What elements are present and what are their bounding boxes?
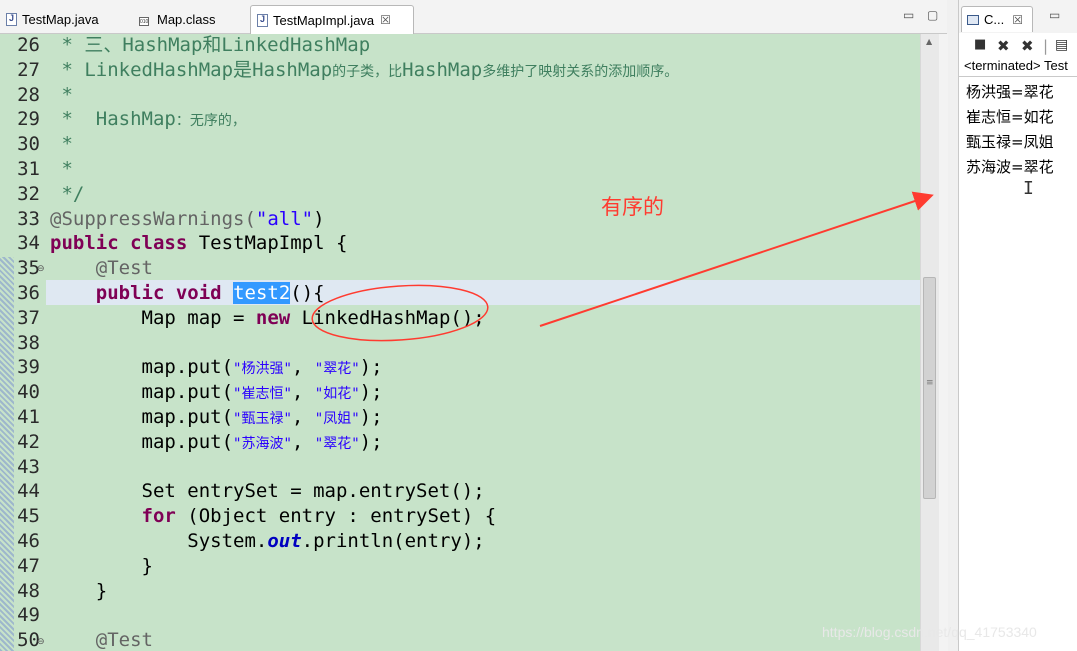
code-line-50: @Test xyxy=(50,629,153,651)
code-line-32: */ xyxy=(50,182,85,205)
line-number: 34 xyxy=(17,232,40,255)
grip-icon: ≡ xyxy=(926,378,934,388)
code-line-44: Set entrySet = map.entrySet(); xyxy=(50,480,485,503)
console-tab-bar: C... ☒ ▭ xyxy=(959,0,1077,33)
line-number: 35 xyxy=(17,257,40,280)
java-file-icon: J xyxy=(6,13,17,26)
code-line-35: @Test xyxy=(50,257,153,280)
watermark: https://blog.csdn.net/qq_41753340 xyxy=(822,624,1037,640)
editor-vertical-scrollbar[interactable]: ▲ ≡ xyxy=(920,34,939,651)
tab-testmapimpl-java[interactable]: J TestMapImpl.java ☒ xyxy=(250,5,414,34)
code-line-31: * xyxy=(50,158,73,180)
console-output-line: 崔志恒=如花 xyxy=(966,108,1054,126)
close-icon[interactable]: ☒ xyxy=(1012,13,1023,27)
scroll-up-icon[interactable]: ▲ xyxy=(926,37,932,46)
tab-label: TestMap.java xyxy=(22,12,99,27)
line-number: 49 xyxy=(17,604,40,627)
line-number: 31 xyxy=(17,158,40,180)
code-line-40: map.put("崔志恒", "如花"); xyxy=(50,381,383,404)
line-number: 28 xyxy=(17,83,40,106)
java-file-icon: J xyxy=(257,13,268,27)
line-number: 45 xyxy=(17,505,40,528)
code-line-29: * HashMap：无序的， xyxy=(50,108,246,131)
overview-ruler xyxy=(939,34,948,651)
line-number: 29 xyxy=(17,108,40,131)
divider xyxy=(959,76,1077,77)
code-line-47: } xyxy=(50,554,153,577)
line-number: 36 xyxy=(17,282,40,304)
code-line-28: * xyxy=(50,83,73,106)
console-output-line: 苏海波=翠花 xyxy=(966,158,1054,176)
annotation-label: 有序的 xyxy=(601,195,664,219)
code-line-36: public void test2(){ xyxy=(95,282,325,304)
toolbar-separator: | xyxy=(1043,37,1049,55)
line-number: 46 xyxy=(17,530,40,552)
line-number: 42 xyxy=(17,430,40,453)
code-line-26: * 三、HashMap和LinkedHashMap xyxy=(50,34,371,56)
remove-launch-icon[interactable]: ✖ xyxy=(997,37,1010,55)
console-output-line: 甄玉禄=凤姐 xyxy=(966,133,1054,151)
console-view: C... ☒ ▭ ■ ✖ ✖ | ▤ <terminated> Test 杨洪强… xyxy=(958,0,1077,651)
line-number: 48 xyxy=(17,579,40,602)
clear-console-icon[interactable]: ▤ xyxy=(1055,37,1068,53)
terminate-icon[interactable]: ■ xyxy=(974,37,986,52)
code-line-48: } xyxy=(50,579,108,602)
code-line-41: map.put("甄玉禄", "凤姐"); xyxy=(50,406,383,428)
line-number: 50 xyxy=(17,629,40,651)
class-file-icon xyxy=(138,13,152,27)
code-editor[interactable]: 26 27 28 29 30 31 32 33 34 35 36 37 38 39 40 41 42 43 44 45… xyxy=(0,34,920,651)
line-number: 40 xyxy=(17,381,40,404)
console-tab-label: C... xyxy=(984,12,1005,27)
console-output-line: 杨洪强=翠花 xyxy=(966,83,1054,101)
code-line-46: System.out.println(entry); xyxy=(50,530,485,552)
code-line-27: * LinkedHashMap是HashMap的子类，比HashMap多维护了映… xyxy=(50,58,679,81)
line-number: 39 xyxy=(17,356,40,379)
console-status: <terminated> Test xyxy=(964,58,1068,73)
line-number: 37 xyxy=(17,306,40,329)
text-cursor-icon: I xyxy=(1023,178,1034,199)
code-line-37: Map map = new LinkedHashMap(); xyxy=(50,306,485,329)
tab-console[interactable]: C... ☒ xyxy=(961,6,1033,32)
line-number: 27 xyxy=(17,58,40,81)
line-number: 41 xyxy=(17,406,40,428)
code-line-39: map.put("杨洪强", "翠花"); xyxy=(50,356,383,379)
line-number: 43 xyxy=(17,455,40,478)
console-toolbar: ■ ✖ ✖ | ▤ xyxy=(959,36,1077,58)
remove-all-icon[interactable]: ✖ xyxy=(1021,37,1034,55)
selected-method-name[interactable]: test2 xyxy=(233,282,291,304)
line-number: 26 xyxy=(17,34,40,56)
line-number: 32 xyxy=(17,182,40,205)
console-icon xyxy=(967,14,979,25)
code-line-45: for (Object entry : entrySet) { xyxy=(141,505,497,528)
code-line-42: map.put("苏海波", "翠花"); xyxy=(50,430,383,453)
maximize-icon[interactable]: ▢ xyxy=(927,8,938,22)
editor-tab-bar: J TestMap.java Map.class J TestMapImpl.j… xyxy=(0,0,947,34)
close-icon[interactable]: ☒ xyxy=(380,13,391,27)
line-number: 33 xyxy=(17,207,40,230)
line-number: 47 xyxy=(17,554,40,577)
fold-icon[interactable]: ⊖ xyxy=(37,264,45,274)
code-line-34: public class TestMapImpl { xyxy=(50,232,348,255)
tab-testmap-java[interactable]: J TestMap.java xyxy=(0,6,128,33)
minimize-icon[interactable]: ▭ xyxy=(1049,8,1060,22)
line-number: 30 xyxy=(17,133,40,156)
tab-label: TestMapImpl.java xyxy=(273,12,375,28)
fold-icon[interactable]: ⊖ xyxy=(37,637,45,647)
minimize-icon[interactable]: ▭ xyxy=(903,8,914,22)
line-number: 44 xyxy=(17,480,40,503)
scrollbar-thumb[interactable] xyxy=(923,277,936,499)
tab-map-class[interactable]: Map.class xyxy=(136,6,246,33)
code-line-33: @SuppressWarnings("all") xyxy=(50,207,325,230)
code-line-30: * xyxy=(50,133,73,156)
tab-label: Map.class xyxy=(157,12,216,27)
line-number: 38 xyxy=(17,331,40,354)
